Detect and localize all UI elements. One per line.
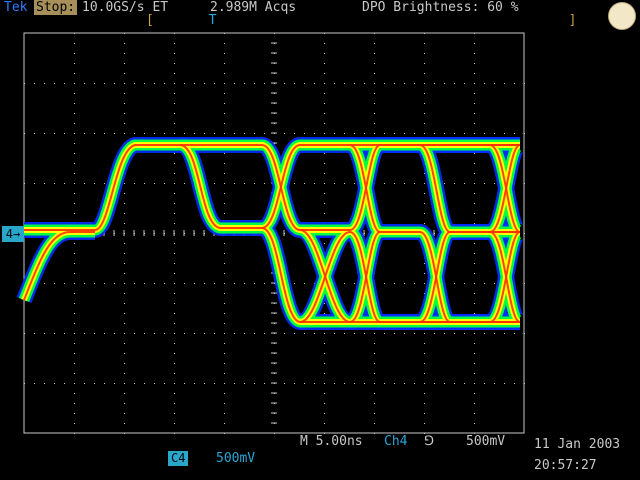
trace-segment — [259, 139, 520, 234]
date-readout: 11 Jan 2003 — [534, 437, 621, 452]
time-readout: 20:57:27 — [534, 458, 597, 473]
trace-segment — [180, 142, 520, 233]
channel-scale: 500mV — [216, 451, 256, 466]
channel-ground-marker[interactable]: 4→ — [2, 226, 24, 242]
trace-segment — [180, 139, 520, 236]
trace-segment — [260, 142, 520, 231]
eye-diagram-trace — [16, 137, 525, 330]
trace-segment — [261, 144, 520, 229]
trigger-level: 500mV — [466, 434, 506, 449]
trace-segment — [180, 137, 520, 238]
channel-badge[interactable]: C4 — [168, 451, 189, 466]
waveform-display[interactable] — [0, 0, 640, 480]
trigger-slope-icon: ⅁ — [424, 434, 435, 449]
trigger-channel: Ch4 — [384, 434, 408, 449]
trace-segment — [258, 137, 520, 236]
timebase-readout: M 5.00ns — [300, 434, 363, 449]
trace-segment — [180, 144, 520, 231]
